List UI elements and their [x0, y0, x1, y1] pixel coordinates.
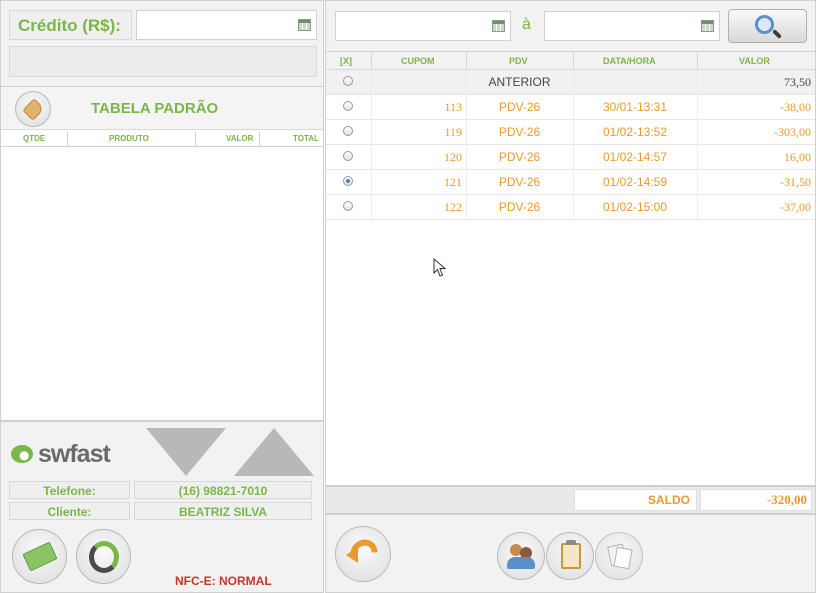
date-separator: à: [522, 16, 531, 33]
cell-valor: -37,00: [780, 200, 811, 214]
scroll-down-button[interactable]: [146, 428, 226, 476]
table-row[interactable]: 120 PDV-26 01/02-14:57 16,00: [326, 145, 815, 170]
cell-valor: -31,50: [780, 175, 811, 189]
col-valor: VALOR: [226, 134, 254, 143]
date-to-input[interactable]: [544, 11, 720, 41]
cell-valor: -38,00: [780, 100, 811, 114]
swfast-logo: swfast: [11, 437, 121, 471]
phone-value-box: (16) 98821-7010: [134, 481, 312, 499]
credit-panel: Crédito (R$):: [0, 0, 324, 87]
scroll-up-button[interactable]: [234, 428, 314, 476]
cell-datahora: 01/02-15:00: [602, 200, 668, 214]
saldo-value-box: -320,00: [700, 489, 812, 511]
date-from-input[interactable]: [335, 11, 511, 41]
col-qtde: QTDE: [23, 134, 46, 143]
cell-pdv: PDV-26: [498, 100, 541, 114]
cell-datahora: 01/02-14:59: [602, 175, 668, 189]
swfast-logo-text: swfast: [38, 440, 111, 468]
coupon-table-header: [X] CUPOM PDV DATA/HORA VALOR: [326, 52, 815, 70]
cell-pdv: PDV-26: [498, 150, 541, 164]
cell-valor: 16,00: [784, 150, 811, 164]
col-total: TOTAL: [293, 134, 319, 143]
calendar-from-icon[interactable]: [492, 20, 505, 32]
product-columns: QTDE PRODUTO VALOR TOTAL: [1, 131, 323, 147]
credit-input[interactable]: [136, 10, 317, 40]
credit-value: [137, 17, 143, 32]
client-value-box: BEATRIZ SILVA: [134, 502, 312, 520]
credit-label-box: Crédito (R$):: [9, 10, 132, 40]
cell-datahora: 30/01-13:31: [602, 100, 668, 114]
saldo-label: SALDO: [648, 493, 690, 507]
cell-datahora: 01/02-13:52: [602, 125, 668, 139]
cell-cupom: 121: [444, 175, 462, 189]
back-button[interactable]: [335, 526, 391, 582]
saldo-label-box: SALDO: [574, 489, 697, 511]
cell-cupom: 120: [444, 150, 462, 164]
search-button[interactable]: [728, 9, 807, 43]
client-label: Cliente:: [47, 505, 92, 519]
phone-label-box: Telefone:: [9, 481, 130, 499]
calendar-to-icon[interactable]: [701, 20, 714, 32]
col-datahora: DATA/HORA: [603, 56, 656, 66]
col-valor-coupon: VALOR: [739, 56, 770, 66]
refresh-button[interactable]: [76, 529, 131, 584]
saldo-bar: SALDO -320,00: [325, 486, 816, 514]
nfce-status: NFC-E: NORMAL: [175, 574, 272, 588]
action-bar: [325, 514, 816, 593]
phone-label: Telefone:: [43, 484, 96, 498]
table-row[interactable]: 121 PDV-26 01/02-14:59 -31,50: [326, 170, 815, 195]
search-icon: [755, 15, 774, 34]
row-select-radio[interactable]: [343, 101, 353, 111]
cell-valor: 73,50: [784, 75, 811, 89]
calculator-icon[interactable]: [298, 19, 311, 31]
cell-cupom: 113: [444, 100, 462, 114]
cell-cupom: 119: [444, 125, 462, 139]
row-select-radio[interactable]: [343, 176, 353, 186]
clipboard-icon: [561, 543, 581, 569]
product-panel: TABELA PADRÃO QTDE PRODUTO VALOR TOTAL: [0, 87, 324, 421]
coupon-table: [X] CUPOM PDV DATA/HORA VALOR ANTERIOR 73…: [325, 52, 816, 486]
cell-cupom: 122: [444, 200, 462, 214]
left-bottom-panel: swfast Telefone: (16) 98821-7010 Cliente…: [0, 421, 324, 593]
phone-value: (16) 98821-7010: [178, 484, 268, 498]
price-table-name: TABELA PADRÃO: [91, 100, 219, 117]
client-label-box: Cliente:: [9, 502, 130, 520]
cell-pdv: PDV-26: [498, 175, 541, 189]
cell-pdv: PDV-26: [498, 200, 541, 214]
cell-datahora: 01/02-14:57: [602, 150, 668, 164]
row-select-radio[interactable]: [343, 76, 353, 86]
saldo-value: -320,00: [766, 492, 807, 507]
table-row[interactable]: 122 PDV-26 01/02-15:00 -37,00: [326, 195, 815, 220]
customers-button[interactable]: [497, 532, 545, 580]
row-select-radio[interactable]: [343, 126, 353, 136]
col-pdv: PDV: [509, 56, 528, 66]
cell-pdv: ANTERIOR: [488, 75, 551, 89]
row-select-radio[interactable]: [343, 201, 353, 211]
money-icon: [22, 541, 58, 572]
coupon-rows: ANTERIOR 73,50 113 PDV-26 30/01-13:31 -38,00 1…: [326, 70, 815, 220]
cash-button[interactable]: [12, 529, 67, 584]
price-table-header: TABELA PADRÃO: [1, 87, 323, 130]
price-tag-button[interactable]: [15, 91, 51, 127]
cell-pdv: PDV-26: [498, 125, 541, 139]
table-row[interactable]: ANTERIOR 73,50: [326, 70, 815, 95]
client-value: BEATRIZ SILVA: [179, 505, 267, 519]
price-tag-icon: [22, 98, 45, 121]
row-select-radio[interactable]: [343, 151, 353, 161]
col-cupom: CUPOM: [401, 56, 435, 66]
filter-bar: à: [325, 0, 816, 52]
swfast-logo-icon: [11, 445, 33, 463]
refresh-icon: [89, 541, 119, 573]
copy-button[interactable]: [595, 532, 643, 580]
mouse-cursor-icon: [433, 258, 447, 277]
col-produto: PRODUTO: [109, 134, 149, 143]
credit-label: Crédito (R$):: [18, 16, 121, 35]
table-row[interactable]: 119 PDV-26 01/02-13:52 -303,00: [326, 120, 815, 145]
cell-valor: -303,00: [774, 125, 811, 139]
clipboard-button[interactable]: [546, 532, 594, 580]
credit-info-bar: [9, 46, 317, 77]
table-row[interactable]: 113 PDV-26 30/01-13:31 -38,00: [326, 95, 815, 120]
col-select: [X]: [340, 56, 352, 66]
